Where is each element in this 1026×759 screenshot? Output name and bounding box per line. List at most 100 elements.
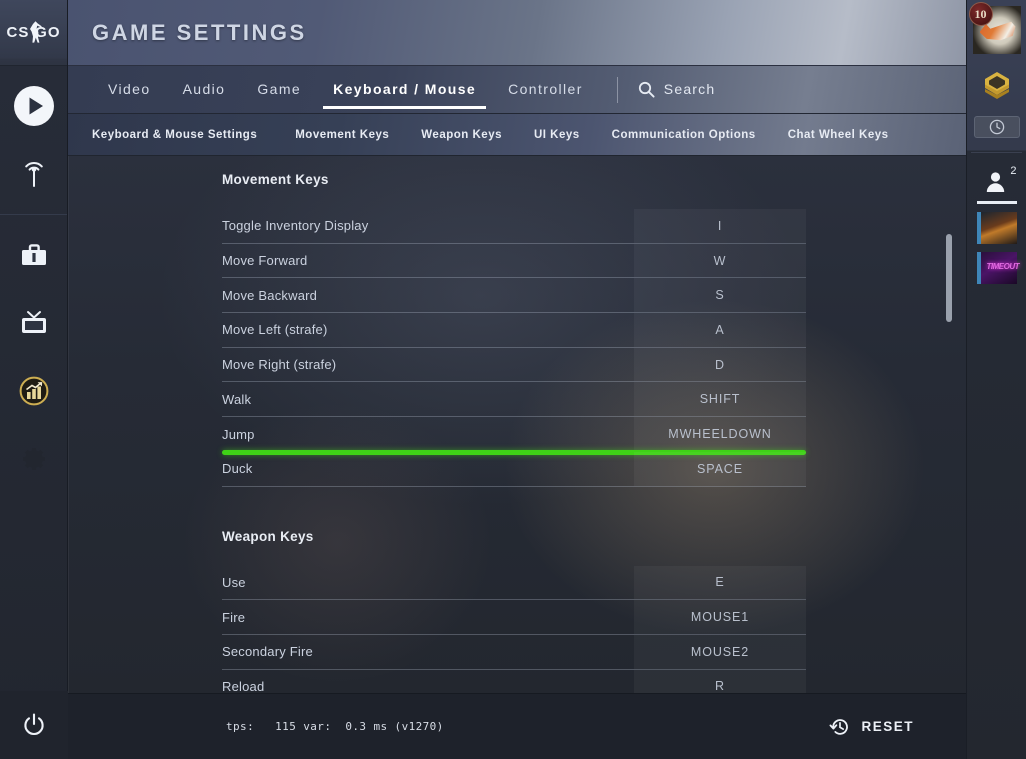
sidebar-item-broadcast[interactable]: [0, 140, 67, 208]
binding-label: Move Backward: [222, 287, 318, 303]
binding-label: Fire: [222, 609, 246, 625]
binding-row[interactable]: Use E: [222, 565, 806, 601]
binding-key-cell[interactable]: D: [634, 347, 806, 382]
binding-key-value: R: [715, 679, 725, 693]
binding-row[interactable]: Jump MWHEELDOWN: [222, 417, 806, 455]
binding-key-cell[interactable]: MOUSE1: [634, 600, 806, 634]
binding-key-cell[interactable]: A: [634, 313, 806, 347]
settings-section: Weapon Keys Use E Fire MOUSE1 Secondary Fire M…: [222, 528, 966, 693]
broadcast-icon: [24, 162, 43, 187]
csgo-logo[interactable]: CS GO: [0, 0, 67, 66]
binding-key-value: I: [717, 218, 723, 233]
content-scrollbar-track[interactable]: [946, 156, 952, 693]
sidebar-item-play[interactable]: [0, 72, 67, 140]
person-icon: [986, 172, 1004, 192]
page-header: GAME SETTINGS: [68, 0, 966, 66]
binding-key-cell[interactable]: SPACE: [634, 451, 806, 486]
subtab-chat-wheel-keys[interactable]: Chat Wheel Keys: [772, 129, 905, 141]
csgo-settings-window: CS GO 10 2 TIMEOUT GAME SETTINGS Video A…: [0, 0, 1026, 759]
binding-row[interactable]: Walk SHIFT: [222, 382, 806, 418]
binding-key-cell[interactable]: SHIFT: [634, 382, 806, 417]
rank-medal[interactable]: [977, 68, 1017, 104]
power-icon: [24, 713, 44, 736]
friends-active-underline: [976, 201, 1017, 204]
tab-audio[interactable]: Audio: [167, 65, 242, 113]
binding-key-cell[interactable]: S: [634, 278, 806, 313]
right-social-rail: 10 2 TIMEOUT: [966, 0, 1026, 759]
binding-key-cell[interactable]: R: [634, 669, 806, 693]
tab-keyboard-mouse[interactable]: Keyboard / Mouse: [317, 65, 492, 113]
binding-key-value: E: [715, 575, 725, 590]
binding-row[interactable]: Move Backward S: [222, 278, 806, 314]
content-scrollbar-thumb[interactable]: [946, 234, 952, 322]
page-title: GAME SETTINGS: [92, 19, 307, 45]
binding-rows: Use E Fire MOUSE1 Secondary Fire MOUSE2 Reload…: [222, 565, 806, 693]
settings-tabbar: Video Audio Game Keyboard / Mouse Controller…: [68, 66, 966, 114]
sidebar-item-tv[interactable]: [0, 289, 67, 357]
binding-row[interactable]: Move Forward W: [222, 243, 806, 279]
gear-icon: [22, 448, 45, 470]
binding-key-cell[interactable]: I: [634, 209, 806, 243]
csgo-soldier-icon: [29, 20, 42, 43]
left-rail-primary-group: [0, 66, 67, 208]
binding-row[interactable]: Secondary Fire MOUSE2: [222, 634, 806, 670]
section-title: Weapon Keys: [222, 528, 314, 544]
section-title: Movement Keys: [222, 172, 329, 187]
binding-label: Move Forward: [222, 253, 308, 269]
binding-key-value: S: [715, 288, 725, 303]
sidebar-item-settings[interactable]: [0, 425, 67, 493]
subtab-communication-options[interactable]: Communication Options: [596, 129, 772, 141]
binding-key-value: SPACE: [697, 461, 743, 476]
stream-thumbnail-2[interactable]: TIMEOUT: [976, 252, 1020, 284]
binding-label: Duck: [222, 461, 253, 477]
tv-icon: [21, 311, 46, 333]
tab-game[interactable]: Game: [241, 65, 317, 113]
binding-label: Use: [222, 574, 246, 590]
binding-label: Move Right (strafe): [222, 357, 337, 373]
tab-controller[interactable]: Controller: [492, 65, 599, 113]
sidebar-item-inventory[interactable]: [0, 221, 67, 289]
settings-content: Movement Keys Toggle Inventory Display I Mo…: [68, 156, 966, 693]
recent-activity-button[interactable]: [973, 116, 1020, 138]
reset-label: RESET: [861, 719, 914, 734]
sections-root: Movement Keys Toggle Inventory Display I Mo…: [68, 156, 966, 693]
power-button[interactable]: [0, 691, 68, 759]
stream-thumbnail-2-label: TIMEOUT: [986, 262, 1020, 271]
content-left-edge: [68, 156, 69, 693]
binding-row[interactable]: Move Left (strafe) A: [222, 313, 806, 348]
settings-section: Movement Keys Toggle Inventory Display I Mo…: [222, 172, 966, 487]
binding-key-value: A: [715, 322, 725, 337]
reset-button[interactable]: RESET: [829, 716, 914, 738]
friends-button[interactable]: 2: [974, 165, 1020, 199]
binding-key-value: SHIFT: [699, 392, 741, 407]
subtab-ui-keys[interactable]: UI Keys: [518, 129, 596, 141]
search-button[interactable]: Search: [630, 65, 724, 113]
subtab-movement-keys[interactable]: Movement Keys: [279, 129, 405, 141]
binding-key-value: MOUSE2: [690, 644, 750, 659]
stream-thumbnail-1[interactable]: [976, 212, 1017, 244]
binding-key-cell[interactable]: MOUSE2: [634, 634, 806, 669]
search-label: Search: [663, 81, 716, 97]
logo-text-cs: CS: [6, 23, 30, 41]
perf-stats: tps: 115 var: 0.3 ms (v1270): [226, 720, 444, 733]
binding-row[interactable]: Move Right (strafe) D: [222, 347, 806, 383]
sidebar-item-stats[interactable]: [0, 357, 67, 425]
binding-row[interactable]: Fire MOUSE1: [222, 600, 806, 635]
play-icon: [13, 86, 54, 126]
left-nav-rail: CS GO: [0, 0, 68, 759]
binding-row[interactable]: Toggle Inventory Display I: [222, 209, 806, 244]
binding-row[interactable]: Duck SPACE: [222, 451, 806, 487]
binding-key-cell[interactable]: W: [634, 243, 806, 278]
tab-video[interactable]: Video: [92, 65, 167, 113]
avatar[interactable]: 10: [968, 2, 1021, 54]
settings-subtabbar: Keyboard & Mouse Settings Movement Keys We…: [68, 114, 966, 156]
subtab-weapon-keys[interactable]: Weapon Keys: [405, 129, 518, 141]
friends-count: 2: [1010, 165, 1017, 177]
search-icon: [638, 81, 655, 98]
binding-key-cell[interactable]: E: [634, 565, 806, 600]
binding-row[interactable]: Reload R: [222, 669, 806, 693]
gold-rank-icon: [984, 72, 1009, 99]
binding-key-cell[interactable]: MWHEELDOWN: [634, 417, 806, 452]
subtab-keyboard-mouse-settings[interactable]: Keyboard & Mouse Settings: [92, 129, 279, 141]
binding-label: Secondary Fire: [222, 644, 313, 660]
